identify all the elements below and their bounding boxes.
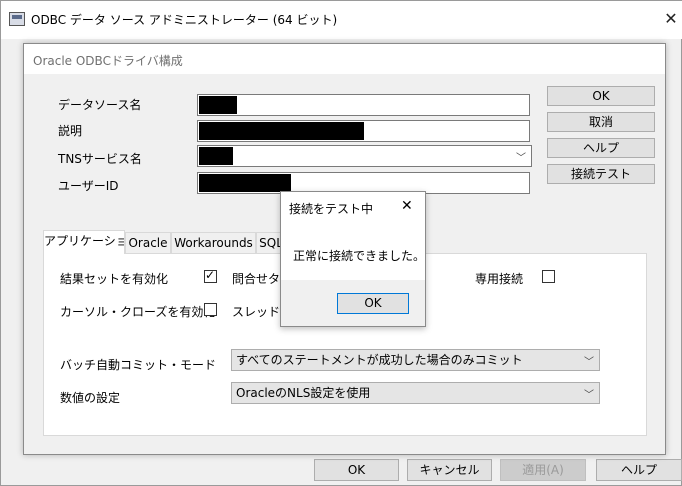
title-bar: ODBC データ ソース アドミニストレーター (64 ビット) ✕ — [1, 1, 682, 39]
userid-label: ユーザーID — [58, 179, 119, 193]
numeric-setting-value: OracleのNLS設定を使用 — [236, 386, 371, 400]
description-label: 説明 — [58, 124, 83, 138]
redacted-value — [199, 147, 233, 165]
odbc-app-icon — [9, 12, 25, 26]
test-connection-button[interactable]: 接続テスト — [547, 164, 655, 184]
outer-ok-button[interactable]: OK — [314, 459, 399, 481]
tns-service-combo[interactable]: ﹀ — [197, 145, 532, 167]
result-sets-checkbox[interactable] — [204, 268, 217, 283]
dialog-ok-button[interactable]: OK — [547, 86, 655, 106]
result-sets-label: 結果セットを有効化 — [60, 272, 169, 286]
chevron-down-icon: ﹀ — [584, 357, 594, 368]
batch-commit-select[interactable]: すべてのステートメントが成功した場合のみコミット ﹀ — [231, 349, 600, 371]
outer-cancel-button[interactable]: キャンセル — [407, 459, 492, 481]
tab-workarounds[interactable]: Workarounds — [171, 232, 256, 254]
test-connection-message-box: 接続をテスト中 ✕ 正常に接続できました。 OK — [280, 191, 426, 327]
close-icon[interactable]: ✕ — [661, 9, 681, 29]
dialog-title: Oracle ODBCドライバ構成 — [33, 54, 183, 68]
chevron-down-icon: ﹀ — [516, 153, 526, 164]
redacted-value — [199, 174, 291, 192]
dialog-cancel-button[interactable]: 取消 — [547, 112, 655, 132]
numeric-setting-select[interactable]: OracleのNLS設定を使用 ﹀ — [231, 382, 600, 404]
popup-ok-button[interactable]: OK — [337, 293, 409, 314]
popup-footer: OK — [281, 280, 425, 326]
dsn-label: データソース名 — [58, 98, 142, 112]
description-input[interactable] — [197, 120, 530, 142]
cursor-close-checkbox[interactable] — [204, 303, 217, 316]
numeric-setting-label: 数値の設定 — [60, 391, 121, 405]
dialog-help-button[interactable]: ヘルプ — [547, 138, 655, 158]
chevron-down-icon: ﹀ — [584, 390, 594, 401]
outer-apply-button[interactable]: 適用(A) — [500, 459, 586, 481]
tab-oracle[interactable]: Oracle — [125, 232, 171, 254]
dialog-title-bar: Oracle ODBCドライバ構成 — [24, 44, 665, 74]
batch-commit-label: バッチ自動コミット・モード — [60, 358, 217, 372]
close-icon[interactable]: ✕ — [401, 198, 413, 214]
dedicated-connection-label: 専用接続 — [475, 272, 524, 286]
cursor-close-label: カーソル・クローズを有効化 — [60, 305, 216, 319]
outer-help-button[interactable]: ヘルプ — [596, 459, 682, 481]
redacted-value — [199, 96, 237, 114]
dsn-input[interactable] — [197, 94, 530, 116]
dedicated-connection-checkbox[interactable] — [542, 270, 555, 283]
redacted-value — [199, 122, 364, 140]
tab-application[interactable]: アプリケーション — [43, 230, 125, 254]
window-title: ODBC データ ソース アドミニストレーター (64 ビット) — [31, 13, 338, 27]
tns-label: TNSサービス名 — [58, 152, 142, 166]
popup-title: 接続をテスト中 — [289, 202, 374, 216]
batch-commit-value: すべてのステートメントが成功した場合のみコミット — [236, 353, 523, 367]
popup-message: 正常に接続できました。 — [293, 249, 426, 263]
